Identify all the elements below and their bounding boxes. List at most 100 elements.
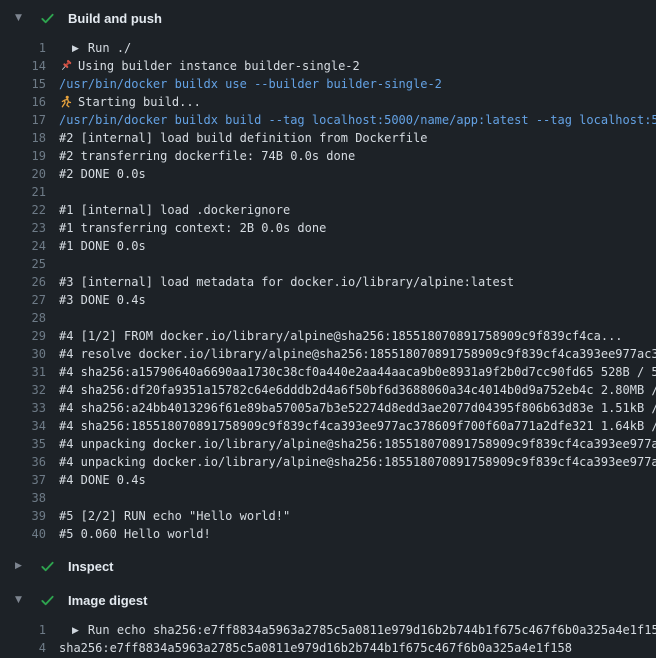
success-check-icon bbox=[40, 593, 55, 608]
log-line: 34 #4 sha256:185518070891758909c9f839cf4… bbox=[0, 417, 656, 435]
success-check-icon bbox=[40, 559, 55, 574]
log-line-text: /usr/bin/docker buildx use --builder bui… bbox=[59, 75, 656, 93]
log-line: 17 /usr/bin/docker buildx build --tag lo… bbox=[0, 111, 656, 129]
line-number[interactable]: 36 bbox=[0, 453, 46, 471]
line-number[interactable]: 25 bbox=[0, 255, 46, 273]
log-line: 1 ▶Run ./ bbox=[0, 39, 656, 57]
line-number[interactable]: 35 bbox=[0, 435, 46, 453]
line-number[interactable]: 16 bbox=[0, 93, 46, 111]
log-line-text bbox=[59, 489, 656, 507]
log-line-text: #3 [internal] load metadata for docker.i… bbox=[59, 273, 656, 291]
log-line-text: #2 DONE 0.0s bbox=[59, 165, 656, 183]
log-line-text: #2 transferring dockerfile: 74B 0.0s don… bbox=[59, 147, 656, 165]
log-section: ▼ Image digest 1 ▶Run echo sha256:e7ff88… bbox=[0, 587, 656, 657]
line-number[interactable]: 27 bbox=[0, 291, 46, 309]
line-number[interactable]: 17 bbox=[0, 111, 46, 129]
log-line-text bbox=[59, 309, 656, 327]
log-line: 30 #4 resolve docker.io/library/alpine@s… bbox=[0, 345, 656, 363]
log-line-text: #1 transferring context: 2B 0.0s done bbox=[59, 219, 656, 237]
line-number[interactable]: 20 bbox=[0, 165, 46, 183]
success-check-icon bbox=[40, 11, 55, 26]
pushpin-icon bbox=[59, 59, 73, 72]
workflow-log-viewer: ▼ Build and push 1 ▶Run ./ 14 Using buil… bbox=[0, 0, 656, 658]
line-number[interactable]: 1 bbox=[0, 39, 46, 57]
log-line: 39 #5 [2/2] RUN echo "Hello world!" bbox=[0, 507, 656, 525]
log-line-text: sha256:e7ff8834a5963a2785c5a0811e979d16b… bbox=[59, 639, 656, 657]
log-line-text: Using builder instance builder-single-2 bbox=[59, 57, 656, 75]
log-line-text: #1 [internal] load .dockerignore bbox=[59, 201, 656, 219]
line-number[interactable]: 26 bbox=[0, 273, 46, 291]
line-number[interactable]: 22 bbox=[0, 201, 46, 219]
log-line-text bbox=[59, 255, 656, 273]
log-line: 26 #3 [internal] load metadata for docke… bbox=[0, 273, 656, 291]
log-line-text: #4 sha256:df20fa9351a15782c64e6dddb2d4a6… bbox=[59, 381, 656, 399]
section-caret-icon[interactable]: ▼ bbox=[15, 14, 27, 23]
log-line: 28 bbox=[0, 309, 656, 327]
line-number[interactable]: 31 bbox=[0, 363, 46, 381]
log-line: 32 #4 sha256:df20fa9351a15782c64e6dddb2d… bbox=[0, 381, 656, 399]
line-number[interactable]: 4 bbox=[0, 639, 46, 657]
line-number[interactable]: 1 bbox=[0, 621, 46, 639]
line-number[interactable]: 34 bbox=[0, 417, 46, 435]
log-line: 19 #2 transferring dockerfile: 74B 0.0s … bbox=[0, 147, 656, 165]
line-number[interactable]: 30 bbox=[0, 345, 46, 363]
line-number[interactable]: 24 bbox=[0, 237, 46, 255]
log-line: 1 ▶Run echo sha256:e7ff8834a5963a2785c5a… bbox=[0, 621, 656, 639]
section-log-lines: 1 ▶Run ./ 14 Using builder instance buil… bbox=[0, 39, 656, 543]
log-line: 18 #2 [internal] load build definition f… bbox=[0, 129, 656, 147]
section-label: Inspect bbox=[68, 559, 114, 574]
line-number[interactable]: 37 bbox=[0, 471, 46, 489]
runner-icon bbox=[59, 95, 73, 108]
log-line-text: #1 DONE 0.0s bbox=[59, 237, 656, 255]
log-line: 15 /usr/bin/docker buildx use --builder … bbox=[0, 75, 656, 93]
section-log-lines: 1 ▶Run echo sha256:e7ff8834a5963a2785c5a… bbox=[0, 621, 656, 657]
log-line: 38 bbox=[0, 489, 656, 507]
section-header[interactable]: ▶ Inspect bbox=[0, 553, 656, 579]
log-line-text: #5 [2/2] RUN echo "Hello world!" bbox=[59, 507, 656, 525]
log-line: 37 #4 DONE 0.4s bbox=[0, 471, 656, 489]
section-caret-icon[interactable]: ▼ bbox=[15, 596, 27, 605]
line-number[interactable]: 40 bbox=[0, 525, 46, 543]
log-line-text: #4 [1/2] FROM docker.io/library/alpine@s… bbox=[59, 327, 656, 345]
line-number[interactable]: 29 bbox=[0, 327, 46, 345]
section-header[interactable]: ▼ Image digest bbox=[0, 587, 656, 613]
log-section: ▶ Inspect bbox=[0, 553, 656, 579]
section-label: Image digest bbox=[68, 593, 147, 608]
section-label: Build and push bbox=[68, 11, 162, 26]
log-line-text: #4 unpacking docker.io/library/alpine@sh… bbox=[59, 435, 656, 453]
log-line-text: #5 0.060 Hello world! bbox=[59, 525, 656, 543]
log-line-text: #4 DONE 0.4s bbox=[59, 471, 656, 489]
line-number[interactable]: 28 bbox=[0, 309, 46, 327]
log-line: 23 #1 transferring context: 2B 0.0s done bbox=[0, 219, 656, 237]
log-line: 16 Starting build... bbox=[0, 93, 656, 111]
log-line-text: /usr/bin/docker buildx build --tag local… bbox=[59, 111, 656, 129]
line-number[interactable]: 19 bbox=[0, 147, 46, 165]
line-number[interactable]: 32 bbox=[0, 381, 46, 399]
run-group-toggle-icon[interactable]: ▶ bbox=[72, 40, 79, 57]
log-line: 25 bbox=[0, 255, 656, 273]
line-number[interactable]: 21 bbox=[0, 183, 46, 201]
line-number[interactable]: 14 bbox=[0, 57, 46, 75]
log-line-text: #4 sha256:185518070891758909c9f839cf4ca3… bbox=[59, 417, 656, 435]
log-line-text: #4 unpacking docker.io/library/alpine@sh… bbox=[59, 453, 656, 471]
log-line: 33 #4 sha256:a24bb4013296f61e89ba57005a7… bbox=[0, 399, 656, 417]
log-line-text: #3 DONE 0.4s bbox=[59, 291, 656, 309]
line-number[interactable]: 39 bbox=[0, 507, 46, 525]
log-line: 31 #4 sha256:a15790640a6690aa1730c38cf0a… bbox=[0, 363, 656, 381]
section-header[interactable]: ▼ Build and push bbox=[0, 5, 656, 31]
line-number[interactable]: 23 bbox=[0, 219, 46, 237]
run-group-toggle-icon[interactable]: ▶ bbox=[72, 622, 79, 639]
log-line-text: Starting build... bbox=[59, 93, 656, 111]
log-line: 29 #4 [1/2] FROM docker.io/library/alpin… bbox=[0, 327, 656, 345]
line-number[interactable]: 38 bbox=[0, 489, 46, 507]
line-number[interactable]: 33 bbox=[0, 399, 46, 417]
log-line: 20 #2 DONE 0.0s bbox=[0, 165, 656, 183]
log-line: 4 sha256:e7ff8834a5963a2785c5a0811e979d1… bbox=[0, 639, 656, 657]
log-line: 14 Using builder instance builder-single… bbox=[0, 57, 656, 75]
line-number[interactable]: 18 bbox=[0, 129, 46, 147]
line-number[interactable]: 15 bbox=[0, 75, 46, 93]
log-line: 36 #4 unpacking docker.io/library/alpine… bbox=[0, 453, 656, 471]
section-caret-icon[interactable]: ▶ bbox=[15, 562, 27, 571]
log-section: ▼ Build and push 1 ▶Run ./ 14 Using buil… bbox=[0, 5, 656, 543]
log-line: 22 #1 [internal] load .dockerignore bbox=[0, 201, 656, 219]
